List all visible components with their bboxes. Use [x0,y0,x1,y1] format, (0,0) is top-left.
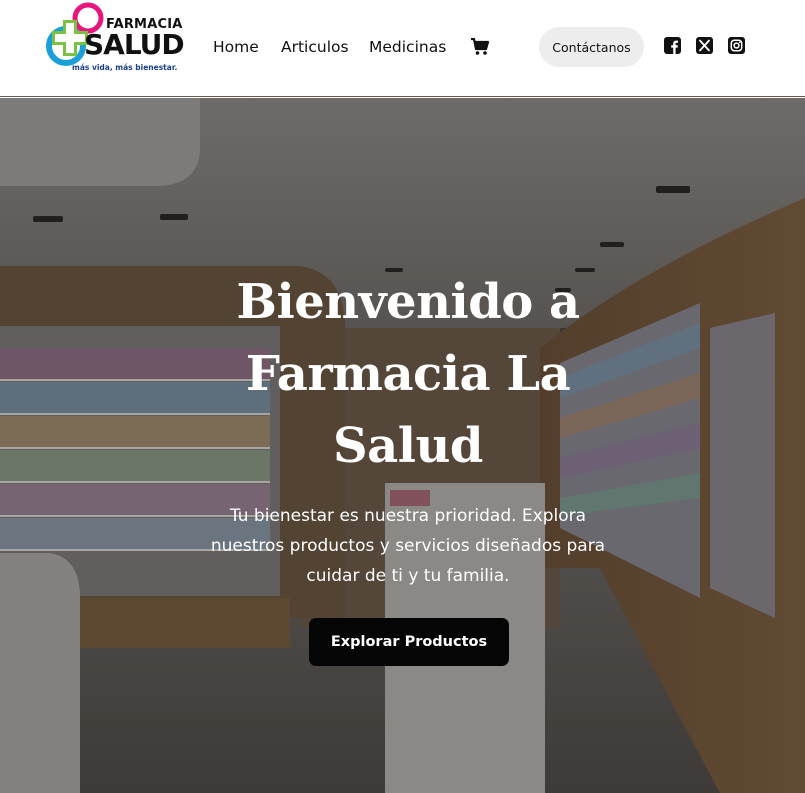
shopping-cart-icon[interactable] [470,37,490,56]
logo-tagline: más vida, más bienestar. [72,63,178,72]
hero-subtitle: Tu bienestar es nuestra prioridad. Explo… [210,506,606,586]
hero-section: Bienvenido a Farmacia La Salud Tu bienes… [0,98,805,793]
instagram-icon[interactable] [728,37,745,54]
nav-home[interactable]: Home [213,37,259,57]
contact-button[interactable]: Contáctanos [539,27,644,67]
hero-title: Bienvenido a Farmacia La Salud [236,274,580,474]
explore-products-button[interactable]: Explorar Productos [309,618,509,666]
x-twitter-icon[interactable] [696,37,713,54]
logo[interactable]: FARMACIA SALUD más vida, más bienestar. [44,2,186,74]
site-header: FARMACIA SALUD más vida, más bienestar. … [0,0,805,97]
nav-articulos[interactable]: Articulos [281,37,349,57]
logo-word-salud: SALUD [84,28,185,61]
facebook-icon[interactable] [664,37,681,54]
nav-medicinas[interactable]: Medicinas [369,37,446,57]
